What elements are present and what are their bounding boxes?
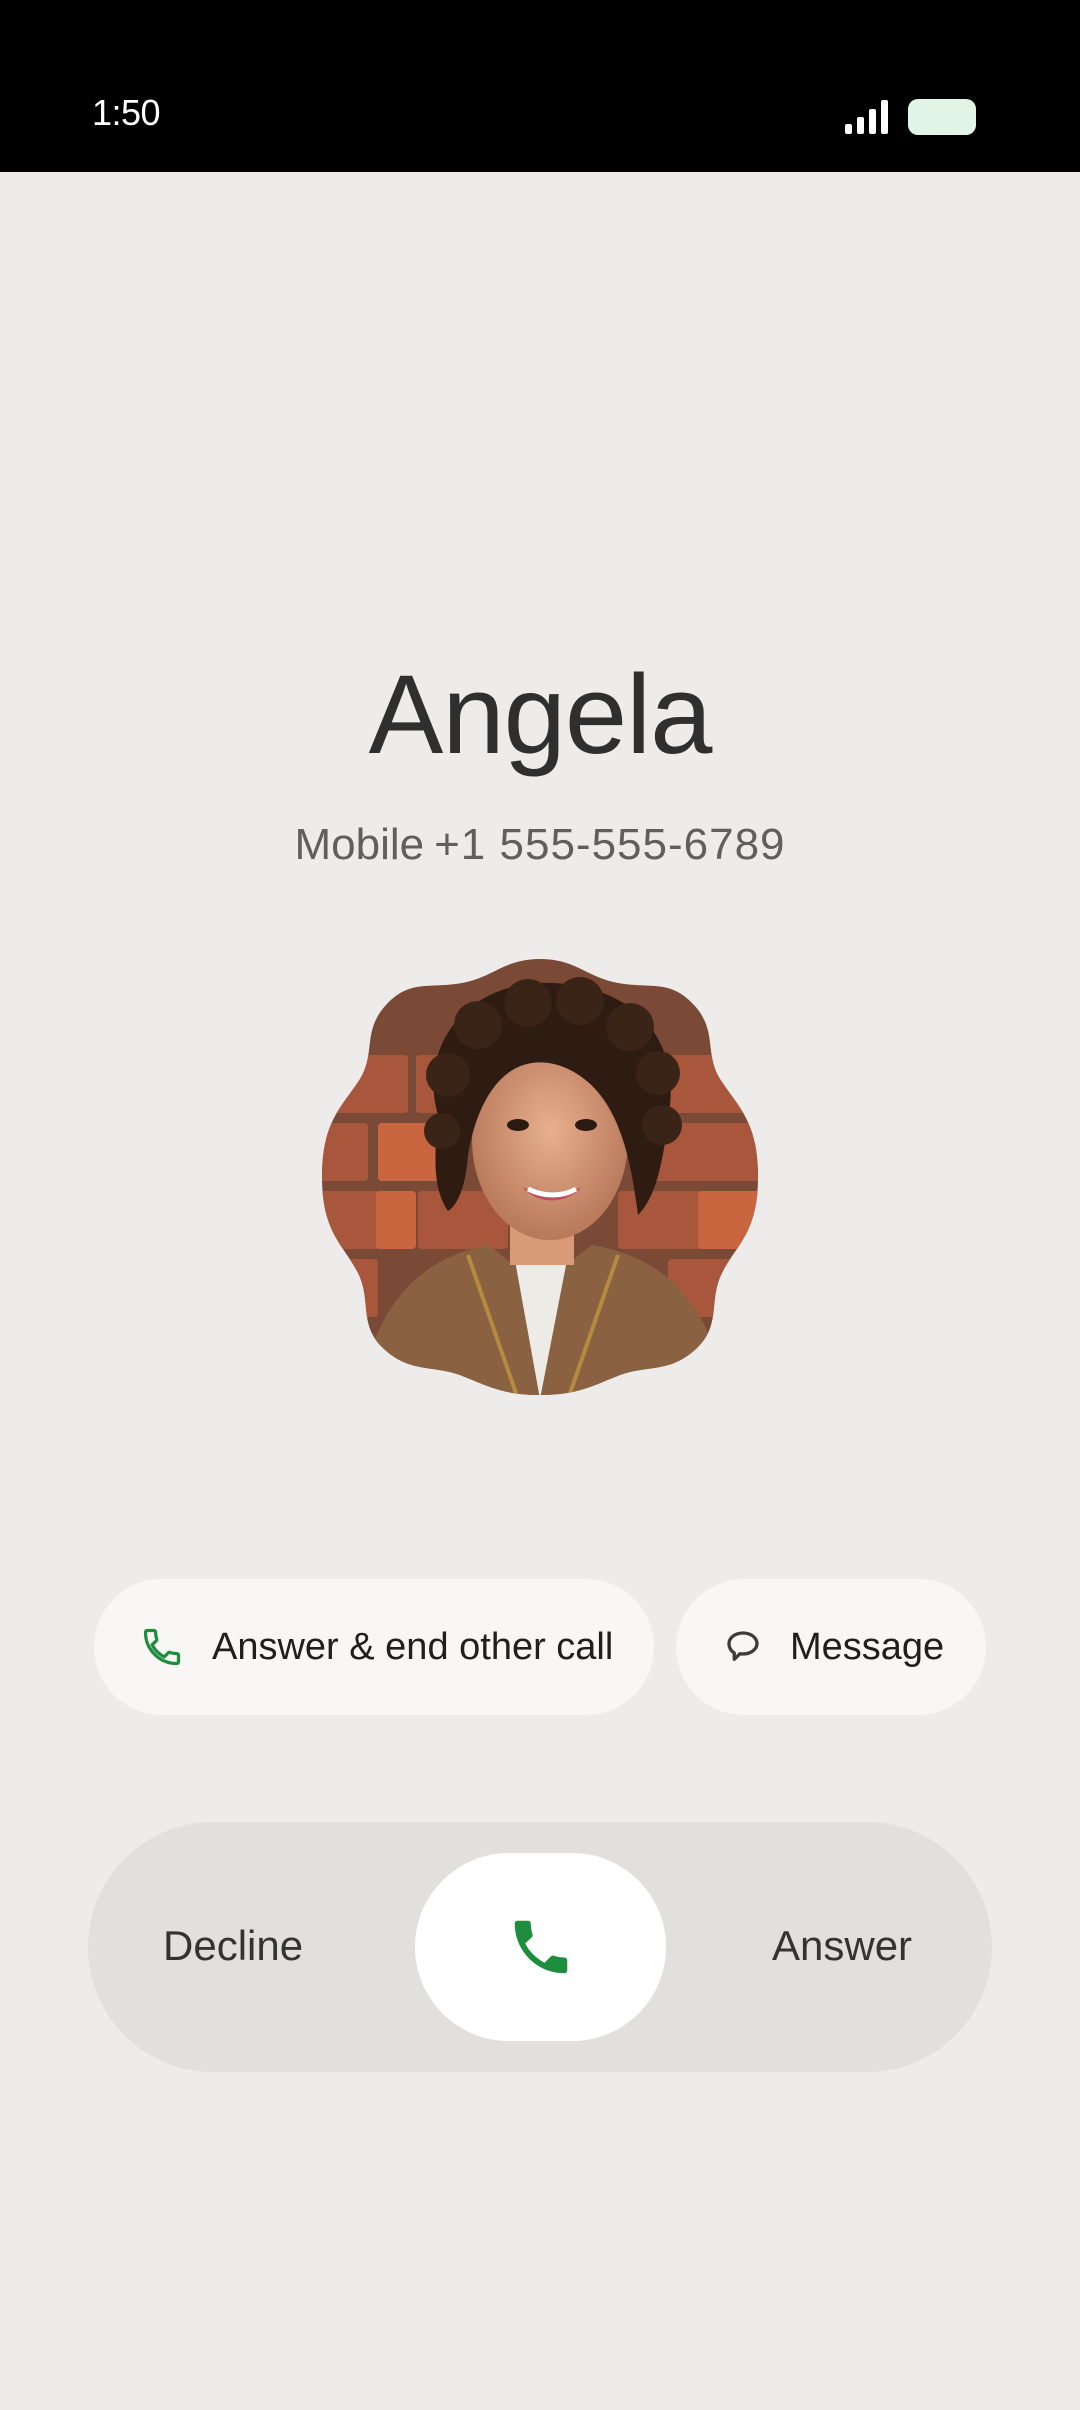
answer-and-end-other-call-button[interactable]: Answer & end other call [94,1579,654,1715]
cellular-signal-icon [845,100,888,134]
message-bubble-icon [727,1631,759,1661]
answer-label: Answer [772,1922,913,1969]
decline-label: Decline [163,1922,304,1969]
phone-icon [514,1920,567,1974]
caller-name: Angela [368,652,713,777]
answer-slider-handle[interactable] [415,1853,666,2041]
status-time: 1:50 [92,92,161,133]
caller-details: Mobile +1 555-555-6789 [0,820,1080,870]
number-type-label: Mobile [294,820,425,869]
phone-number: +1 555-555-6789 [434,820,786,869]
message-button[interactable]: Message [676,1579,986,1715]
message-label: Message [790,1625,945,1668]
status-bar: 1:50 [0,0,1080,172]
contact-photo [322,959,758,1395]
answer-and-end-label: Answer & end other call [212,1625,614,1668]
phone-icon [143,1628,181,1666]
battery-icon [908,99,976,135]
